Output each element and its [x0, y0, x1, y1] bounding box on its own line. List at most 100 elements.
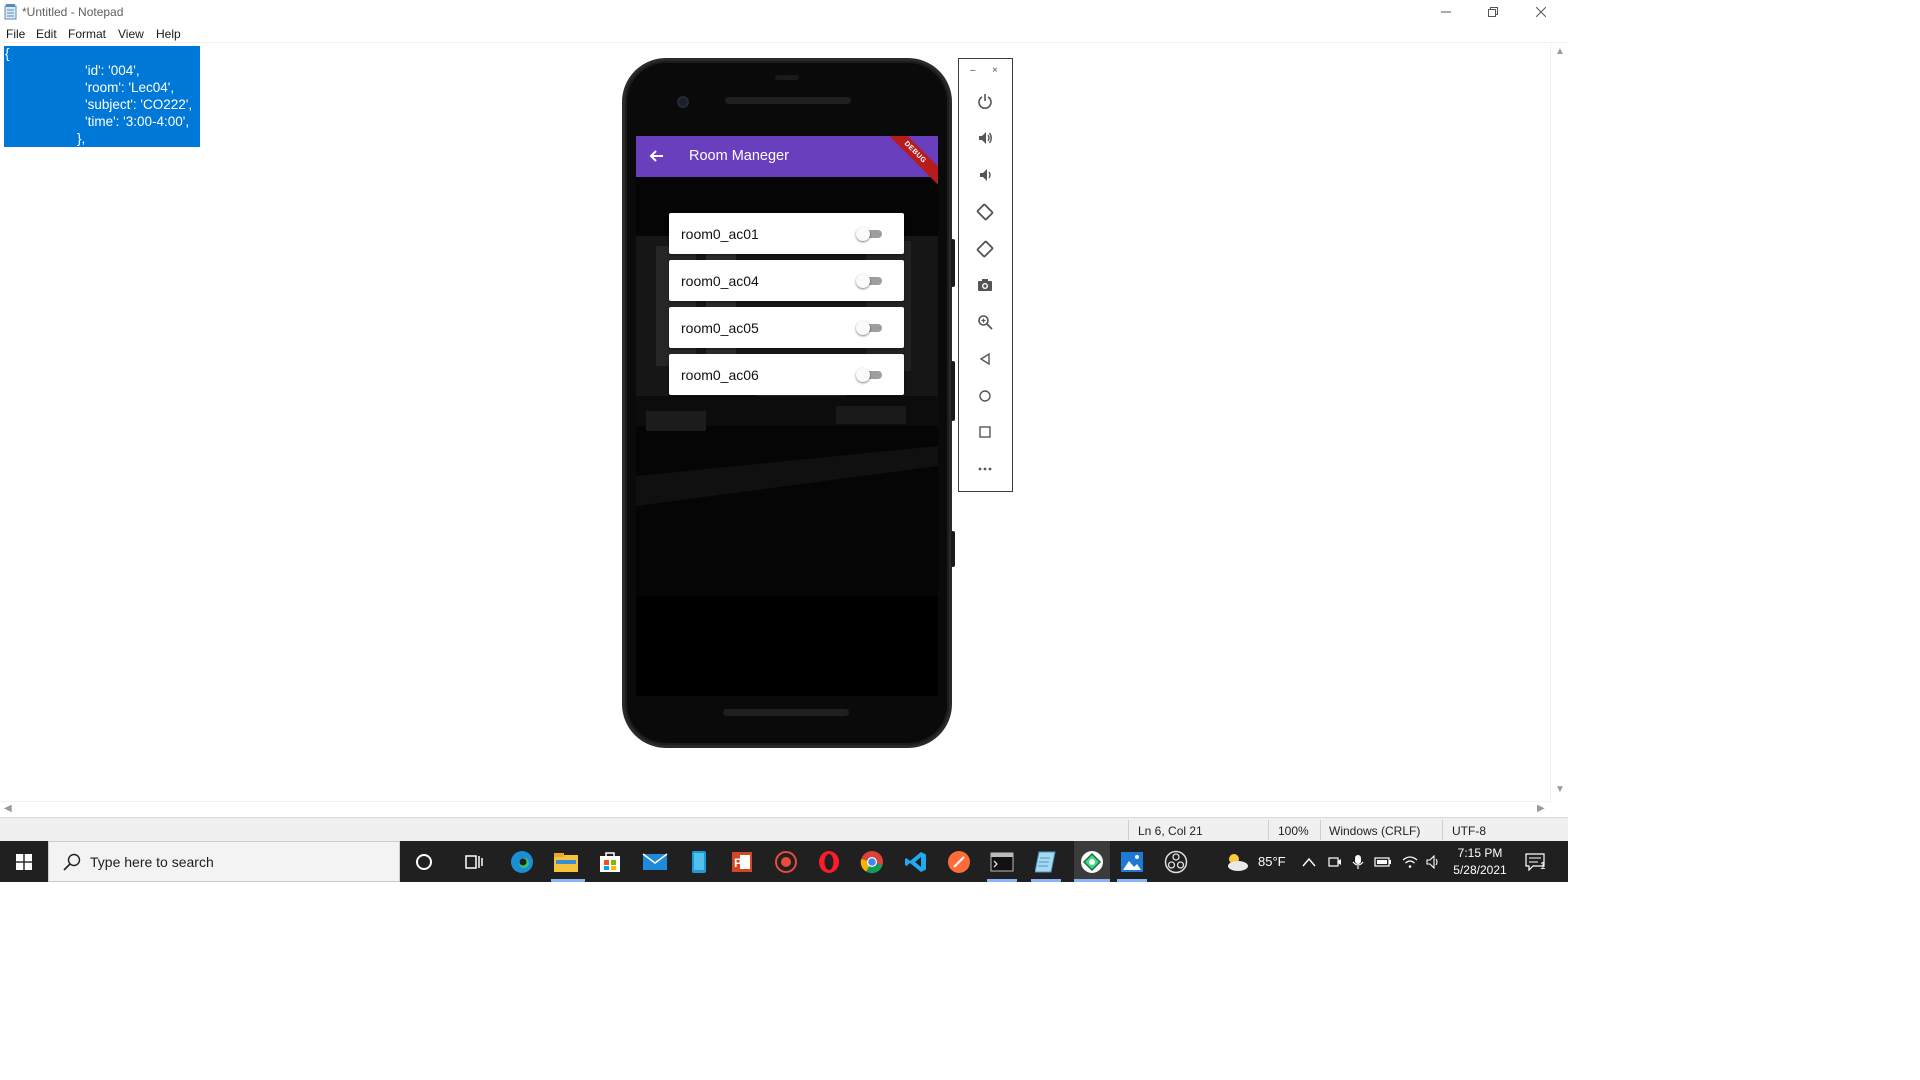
- mail-icon: [642, 853, 668, 870]
- taskbar-file-explorer[interactable]: [551, 847, 581, 877]
- status-divider: [1268, 820, 1269, 840]
- windows-logo-icon: [16, 853, 32, 870]
- cortana-button[interactable]: [409, 847, 439, 877]
- restore-icon: [1488, 7, 1498, 17]
- taskbar-chrome[interactable]: [857, 847, 887, 877]
- chevron-up-icon[interactable]: [1302, 857, 1316, 867]
- menu-view[interactable]: View: [118, 27, 144, 41]
- side-button: [951, 239, 955, 287]
- menu-bar: File Edit Format View Help: [0, 24, 1568, 43]
- nav-back-button[interactable]: [974, 348, 996, 370]
- scroll-left-icon[interactable]: ◀: [4, 803, 12, 814]
- active-app-indicator: [1031, 879, 1061, 882]
- taskbar-obs[interactable]: [1161, 847, 1191, 877]
- scroll-down-icon[interactable]: ▼: [1555, 784, 1565, 795]
- taskbar-search[interactable]: Type here to search: [48, 841, 400, 882]
- more-icon: [978, 467, 992, 471]
- toggle-thumb: [856, 227, 870, 241]
- toggle-thumb: [856, 368, 870, 382]
- room-toggle[interactable]: [856, 321, 884, 335]
- taskbar-postman[interactable]: [944, 847, 974, 877]
- toggle-thumb: [856, 274, 870, 288]
- menu-file[interactable]: File: [6, 27, 25, 41]
- wifi-icon[interactable]: [1402, 855, 1418, 869]
- scroll-right-icon[interactable]: ▶: [1537, 803, 1545, 814]
- editor-line: 'time': '3:00-4:00',: [85, 114, 190, 129]
- front-camera: [677, 96, 689, 108]
- rotate-left-button[interactable]: [974, 201, 996, 223]
- clock-time: 7:15 PM: [1457, 846, 1503, 860]
- taskbar-terminal[interactable]: [987, 847, 1017, 877]
- app-title: Room Maneger: [689, 148, 789, 164]
- room-card: room0_ac04: [669, 260, 904, 301]
- horizontal-scrollbar[interactable]: ◀ ▶: [0, 801, 1550, 817]
- nav-home-button[interactable]: [974, 385, 996, 407]
- more-button[interactable]: [974, 458, 996, 480]
- rotate-right-button[interactable]: [974, 238, 996, 260]
- room-toggle[interactable]: [856, 368, 884, 382]
- close-button[interactable]: [1518, 0, 1564, 24]
- volume-up-button[interactable]: [974, 127, 996, 149]
- screenshot-button[interactable]: [974, 274, 996, 296]
- emulator-minimize-button[interactable]: –: [970, 65, 976, 76]
- zoom-button[interactable]: [974, 311, 996, 333]
- power-button[interactable]: [974, 90, 996, 112]
- room-toggle[interactable]: [856, 227, 884, 241]
- notification-center[interactable]: 1: [1525, 841, 1546, 882]
- taskbar-store[interactable]: [595, 847, 625, 877]
- home-icon: [979, 390, 991, 402]
- taskbar-powerpoint[interactable]: P: [727, 847, 757, 877]
- status-divider: [1442, 820, 1443, 840]
- room-name: room0_ac05: [681, 320, 759, 336]
- taskbar-edge[interactable]: [507, 847, 537, 877]
- taskbar-opera[interactable]: [814, 847, 844, 877]
- power-icon: [978, 94, 992, 109]
- task-view-button[interactable]: [459, 847, 489, 877]
- weather-widget[interactable]: 85°F: [1224, 841, 1286, 882]
- store-icon: [600, 852, 620, 872]
- menu-format[interactable]: Format: [68, 27, 106, 41]
- room-toggle[interactable]: [856, 274, 884, 288]
- vertical-scrollbar[interactable]: ▲ ▼: [1550, 44, 1568, 801]
- volume-down-button[interactable]: [974, 164, 996, 186]
- chrome-icon: [860, 851, 883, 874]
- minimize-button[interactable]: [1423, 0, 1469, 24]
- room-card: room0_ac05: [669, 307, 904, 348]
- restore-button[interactable]: [1470, 0, 1516, 24]
- tray-icons: [1302, 841, 1442, 882]
- emulator-close-button[interactable]: ×: [992, 65, 998, 76]
- taskbar-android-studio[interactable]: [1074, 841, 1110, 882]
- editor-line: 'subject': 'CO222',: [85, 97, 193, 112]
- cursor-position: Ln 6, Col 21: [1138, 824, 1203, 838]
- phone-emulator: Room Maneger DEBUG room0_ac01 room0_ac04…: [622, 58, 955, 748]
- notepad-icon: [1035, 851, 1056, 873]
- start-button[interactable]: [0, 841, 48, 882]
- phone-sensor: [775, 75, 799, 80]
- taskbar-notepad[interactable]: [1031, 847, 1061, 877]
- nav-overview-button[interactable]: [974, 421, 996, 443]
- phone-screen[interactable]: Room Maneger DEBUG room0_ac01 room0_ac04…: [636, 136, 938, 696]
- meet-now-icon[interactable]: [1328, 855, 1342, 869]
- clock[interactable]: 7:15 PM 5/28/2021: [1440, 845, 1520, 879]
- battery-icon[interactable]: [1374, 856, 1392, 868]
- window-title: *Untitled - Notepad: [22, 5, 124, 19]
- status-bar: Ln 6, Col 21 100% Windows (CRLF) UTF-8: [0, 817, 1568, 841]
- menu-edit[interactable]: Edit: [36, 27, 57, 41]
- phone-bottom-speaker: [723, 709, 849, 716]
- taskbar-mail[interactable]: [640, 847, 670, 877]
- taskbar-recorder[interactable]: [771, 847, 801, 877]
- taskbar-photos[interactable]: [1117, 847, 1147, 877]
- android-studio-icon: [1081, 850, 1103, 873]
- volume-up-icon: [979, 132, 992, 144]
- taskbar-notes[interactable]: [684, 847, 714, 877]
- scroll-up-icon[interactable]: ▲: [1555, 46, 1565, 57]
- back-arrow-icon[interactable]: [648, 147, 666, 165]
- line-ending: Windows (CRLF): [1329, 824, 1421, 838]
- emulator-toolbar: – ×: [958, 58, 1013, 492]
- editor-line: {: [5, 46, 10, 61]
- taskbar-vscode[interactable]: [901, 847, 931, 877]
- photos-icon: [1121, 852, 1143, 872]
- microphone-icon[interactable]: [1352, 854, 1364, 870]
- search-placeholder: Type here to search: [90, 854, 214, 870]
- menu-help[interactable]: Help: [156, 27, 181, 41]
